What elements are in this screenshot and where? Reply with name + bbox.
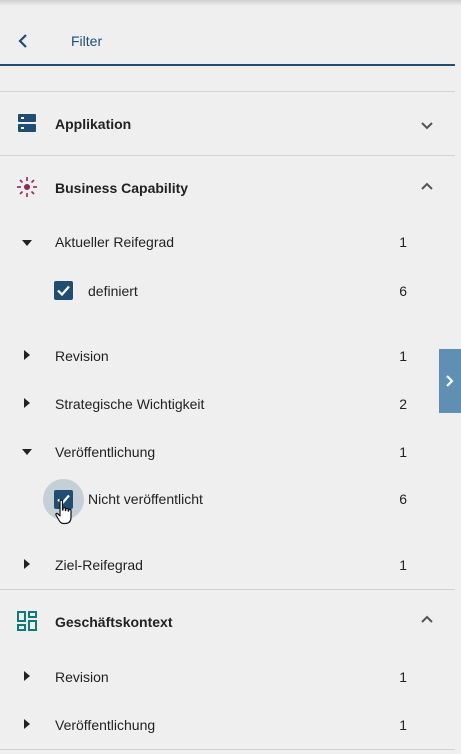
filter-group-count: 1 <box>399 557 407 573</box>
filter-group-count: 2 <box>399 396 407 412</box>
caret-right-icon <box>24 350 30 360</box>
filter-group-count: 1 <box>399 717 407 733</box>
page-title: Filter <box>71 33 103 49</box>
checkbox-definiert[interactable] <box>54 281 73 300</box>
caret-right-icon <box>24 719 30 729</box>
filter-group-aktueller-reifegrad[interactable]: Aktueller Reifegrad 1 <box>0 222 455 262</box>
filter-group-strategische-wichtigkeit[interactable]: Strategische Wichtigkeit 2 <box>0 383 455 423</box>
caret-right-icon <box>24 671 30 681</box>
filter-header: Filter <box>0 0 455 66</box>
capability-icon <box>17 177 37 197</box>
filter-group-count: 1 <box>399 234 407 250</box>
hand-cursor-icon <box>55 499 72 525</box>
filter-group-label: Aktueller Reifegrad <box>55 234 175 250</box>
filter-group-label: Revision <box>55 348 109 364</box>
chevron-right-icon <box>446 375 454 387</box>
filter-group-revision[interactable]: Revision 1 <box>0 335 455 375</box>
option-label: Nicht veröffentlicht <box>88 491 203 507</box>
back-button[interactable] <box>10 28 36 54</box>
divider <box>0 749 455 750</box>
caret-down-icon <box>22 240 32 246</box>
chevron-up-icon <box>421 182 433 190</box>
filter-group-ziel-reifegrad[interactable]: Ziel-Reifegrad 1 <box>0 544 455 584</box>
filter-group-label: Ziel-Reifegrad <box>55 557 143 573</box>
section-business-capability[interactable]: Business Capability <box>0 156 455 220</box>
filter-group-label: Veröffentlichung <box>55 717 156 733</box>
option-label: definiert <box>88 283 138 299</box>
collapse-panel-tab[interactable] <box>439 349 461 413</box>
chevron-down-icon <box>421 122 433 130</box>
filter-group-count: 1 <box>399 444 407 460</box>
filter-group-count: 1 <box>399 669 407 685</box>
checkmark-icon <box>57 285 70 297</box>
filter-group-label: Veröffentlichung <box>55 444 156 460</box>
caret-down-icon <box>22 449 32 455</box>
section-label: Business Capability <box>55 180 189 196</box>
filter-group-count: 1 <box>399 348 407 364</box>
server-icon <box>18 114 36 132</box>
dashboard-icon <box>17 611 37 631</box>
section-label: Geschäftskontext <box>55 614 173 630</box>
caret-right-icon <box>24 398 30 408</box>
chevron-up-icon <box>421 615 433 623</box>
option-count: 6 <box>399 283 407 299</box>
filter-group-label: Revision <box>55 669 109 685</box>
filter-group-veroeffentlichung[interactable]: Veröffentlichung 1 <box>0 704 455 744</box>
section-geschaeftskontext[interactable]: Geschäftskontext <box>0 590 455 654</box>
filter-group-veroeffentlichung[interactable]: Veröffentlichung 1 <box>0 431 455 471</box>
caret-right-icon <box>24 559 30 569</box>
filter-option-definiert: definiert 6 <box>0 271 455 311</box>
filter-group-revision[interactable]: Revision 1 <box>0 656 455 696</box>
section-label: Applikation <box>55 116 132 132</box>
option-count: 6 <box>399 491 407 507</box>
filter-group-label: Strategische Wichtigkeit <box>55 396 205 412</box>
section-applikation[interactable]: Applikation <box>0 92 455 156</box>
chevron-left-icon <box>18 34 27 48</box>
